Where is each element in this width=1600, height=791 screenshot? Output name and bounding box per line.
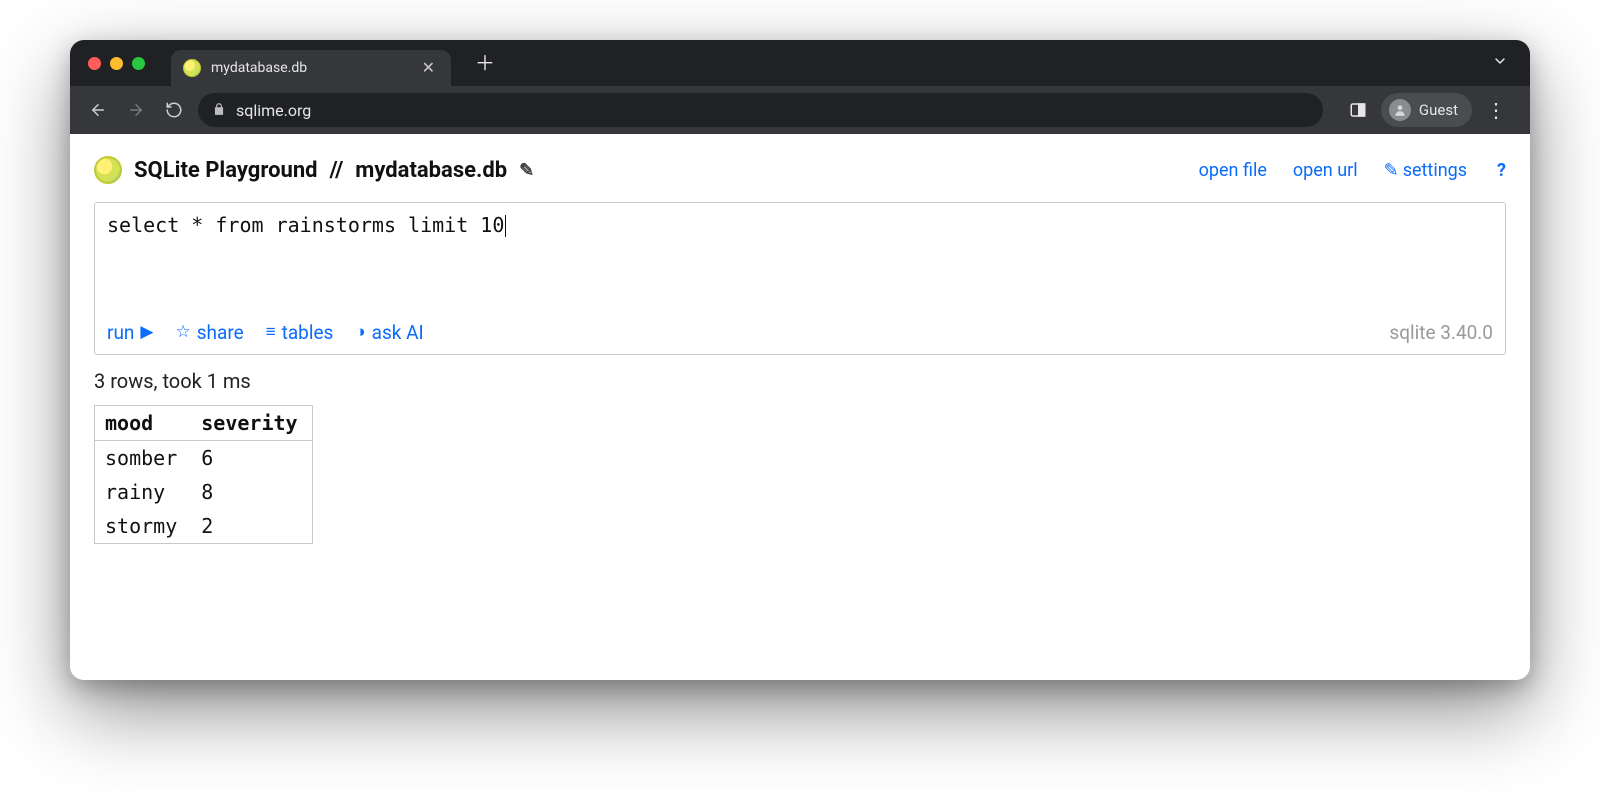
- tabs-dropdown-button[interactable]: [1482, 47, 1518, 79]
- editor-toolbar: run▶ ☆share ≡tables ◑ask AI sqlite 3.40.…: [95, 313, 1505, 354]
- page-content: SQLite Playground // mydatabase.db ✎ ope…: [70, 134, 1530, 680]
- app-title: SQLite Playground: [134, 158, 318, 183]
- table-cell: stormy: [95, 509, 192, 544]
- avatar-icon: [1389, 99, 1411, 121]
- database-name: mydatabase.db: [355, 158, 507, 183]
- toolbar-right: Guest ⋮: [1341, 93, 1516, 127]
- column-header: mood: [95, 406, 192, 441]
- list-icon: ≡: [266, 324, 276, 341]
- open-url-link[interactable]: open url: [1293, 160, 1358, 181]
- browser-window: mydatabase.db ✕ ＋ sqlime.or: [70, 40, 1530, 680]
- settings-link[interactable]: ✎settings: [1384, 160, 1467, 181]
- table-cell: rainy: [95, 475, 192, 509]
- panel-toggle-button[interactable]: [1341, 93, 1375, 127]
- lock-icon: [212, 101, 226, 120]
- close-window-button[interactable]: [88, 57, 101, 70]
- table-row: somber6: [95, 441, 313, 476]
- table-cell: somber: [95, 441, 192, 476]
- tables-button[interactable]: ≡tables: [266, 321, 334, 344]
- edit-name-button[interactable]: ✎: [519, 160, 534, 181]
- browser-tab[interactable]: mydatabase.db ✕: [171, 50, 451, 86]
- minimize-window-button[interactable]: [110, 57, 123, 70]
- ai-icon: ◑: [355, 324, 365, 341]
- tab-strip: mydatabase.db ✕ ＋: [70, 40, 1530, 86]
- result-table: moodseverity somber6rainy8stormy2: [94, 405, 313, 544]
- new-tab-button[interactable]: ＋: [467, 49, 503, 77]
- run-button[interactable]: run▶: [107, 321, 153, 344]
- text-caret: [505, 215, 506, 237]
- header-actions: open file open url ✎settings ?: [1199, 160, 1506, 181]
- table-header-row: moodseverity: [95, 406, 313, 441]
- page-header: SQLite Playground // mydatabase.db ✎ ope…: [94, 156, 1506, 184]
- table-row: stormy2: [95, 509, 313, 544]
- back-button[interactable]: [84, 101, 112, 119]
- result-status: 3 rows, took 1 ms: [94, 369, 1506, 393]
- close-tab-button[interactable]: ✕: [418, 58, 439, 78]
- profile-button[interactable]: Guest: [1381, 93, 1472, 127]
- table-cell: 6: [191, 441, 312, 476]
- table-cell: 2: [191, 509, 312, 544]
- link-icon: ✎: [1384, 160, 1399, 181]
- ask-ai-button[interactable]: ◑ask AI: [355, 321, 423, 344]
- table-row: rainy8: [95, 475, 313, 509]
- column-header: severity: [191, 406, 312, 441]
- help-link[interactable]: ?: [1493, 160, 1506, 181]
- sql-input[interactable]: select * from rainstorms limit 10: [95, 203, 1505, 313]
- forward-button[interactable]: [122, 101, 150, 119]
- sqlite-version: sqlite 3.40.0: [1389, 321, 1493, 344]
- tab-title: mydatabase.db: [211, 60, 408, 76]
- window-controls: [88, 57, 145, 70]
- browser-menu-button[interactable]: ⋮: [1478, 94, 1516, 126]
- browser-toolbar: sqlime.org Guest ⋮: [70, 86, 1530, 134]
- favicon-icon: [183, 59, 201, 77]
- maximize-window-button[interactable]: [132, 57, 145, 70]
- open-file-link[interactable]: open file: [1199, 160, 1267, 181]
- app-logo-icon: [94, 156, 122, 184]
- play-icon: ▶: [140, 324, 153, 341]
- profile-label: Guest: [1419, 101, 1458, 119]
- sql-editor: select * from rainstorms limit 10 run▶ ☆…: [94, 202, 1506, 355]
- table-cell: 8: [191, 475, 312, 509]
- sql-text: select * from rainstorms limit 10: [107, 213, 504, 237]
- address-bar[interactable]: sqlime.org: [198, 93, 1323, 127]
- address-text: sqlime.org: [236, 101, 311, 120]
- share-button[interactable]: ☆share: [175, 321, 243, 344]
- reload-button[interactable]: [160, 101, 188, 119]
- star-icon: ☆: [175, 324, 190, 341]
- title-separator: //: [330, 158, 344, 183]
